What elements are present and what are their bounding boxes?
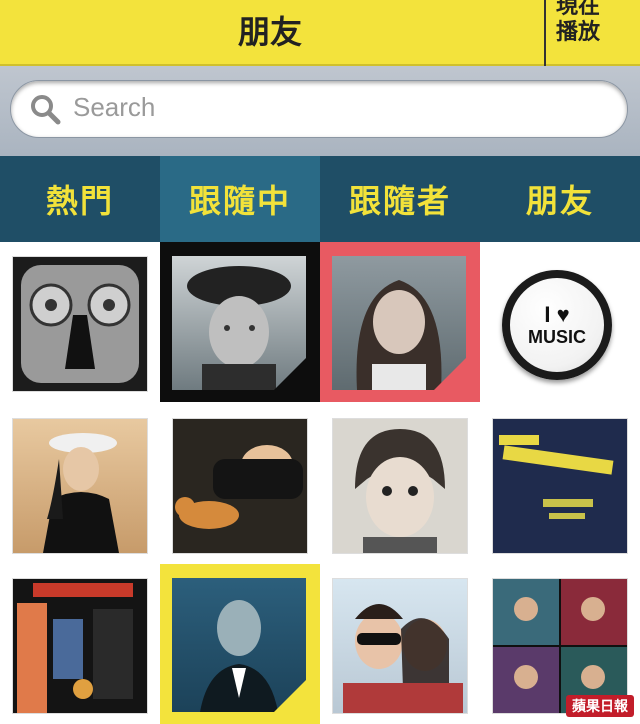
soliton-crew-shirt-image — [493, 419, 627, 553]
search-placeholder: Search — [73, 92, 156, 122]
tab-popular[interactable]: 熱門 — [0, 156, 160, 242]
user-tile[interactable] — [320, 564, 480, 724]
man-with-cat-photo — [175, 445, 303, 529]
newspaper-watermark: 蘋果日報 — [566, 695, 634, 717]
badge-text-line2: MUSIC — [528, 327, 586, 347]
now-playing-label-1: 現在 — [556, 0, 601, 19]
user-tile[interactable] — [0, 564, 160, 724]
avatar — [12, 256, 148, 392]
user-tile[interactable] — [320, 242, 480, 402]
search-input[interactable]: Search — [10, 80, 628, 138]
selected-corner-indicator — [434, 356, 468, 390]
woman-with-hat-photo — [43, 433, 119, 553]
child-portrait-photo — [355, 429, 445, 553]
avatar — [492, 418, 628, 554]
photo-collage-image — [493, 579, 627, 713]
header-divider — [544, 0, 546, 66]
now-playing-label-2: 播放 — [556, 20, 601, 45]
search-icon — [31, 95, 61, 125]
user-tile[interactable] — [160, 564, 320, 724]
avatar — [332, 578, 468, 714]
robot-face-image — [13, 257, 147, 391]
user-tile[interactable] — [160, 242, 320, 402]
user-tile[interactable] — [320, 404, 480, 564]
avatar — [12, 418, 148, 554]
selected-corner-indicator — [274, 678, 308, 712]
tab-friends[interactable]: 朋友 — [480, 156, 640, 242]
now-playing-button[interactable]: 現在 播放 — [556, 0, 636, 46]
i-love-music-badge-image: I ♥ MUSIC — [502, 270, 612, 380]
avatar — [12, 578, 148, 714]
user-tile[interactable] — [0, 404, 160, 564]
badge-text-line1: I ♥ — [544, 302, 570, 327]
avatar — [492, 578, 628, 714]
tab-following[interactable]: 跟隨中 — [160, 156, 320, 242]
user-grid: I ♥ MUSIC 蘋果日報 — [0, 242, 640, 724]
user-tile[interactable] — [160, 404, 320, 564]
couple-selfie-photo — [343, 604, 463, 713]
comic-poster-image — [13, 579, 147, 713]
page-title: 朋友 — [237, 13, 302, 51]
user-tile[interactable] — [480, 404, 640, 564]
avatar — [172, 418, 308, 554]
user-tile[interactable]: I ♥ MUSIC — [480, 242, 640, 402]
avatar — [332, 418, 468, 554]
top-bar: 朋友 現在 播放 — [0, 0, 640, 66]
tab-bar: 熱門 跟隨中 跟隨者 朋友 — [0, 156, 640, 242]
search-bar: Search — [0, 66, 640, 156]
user-tile[interactable] — [0, 242, 160, 402]
selected-corner-indicator — [274, 356, 308, 390]
tab-followers[interactable]: 跟隨者 — [320, 156, 480, 242]
